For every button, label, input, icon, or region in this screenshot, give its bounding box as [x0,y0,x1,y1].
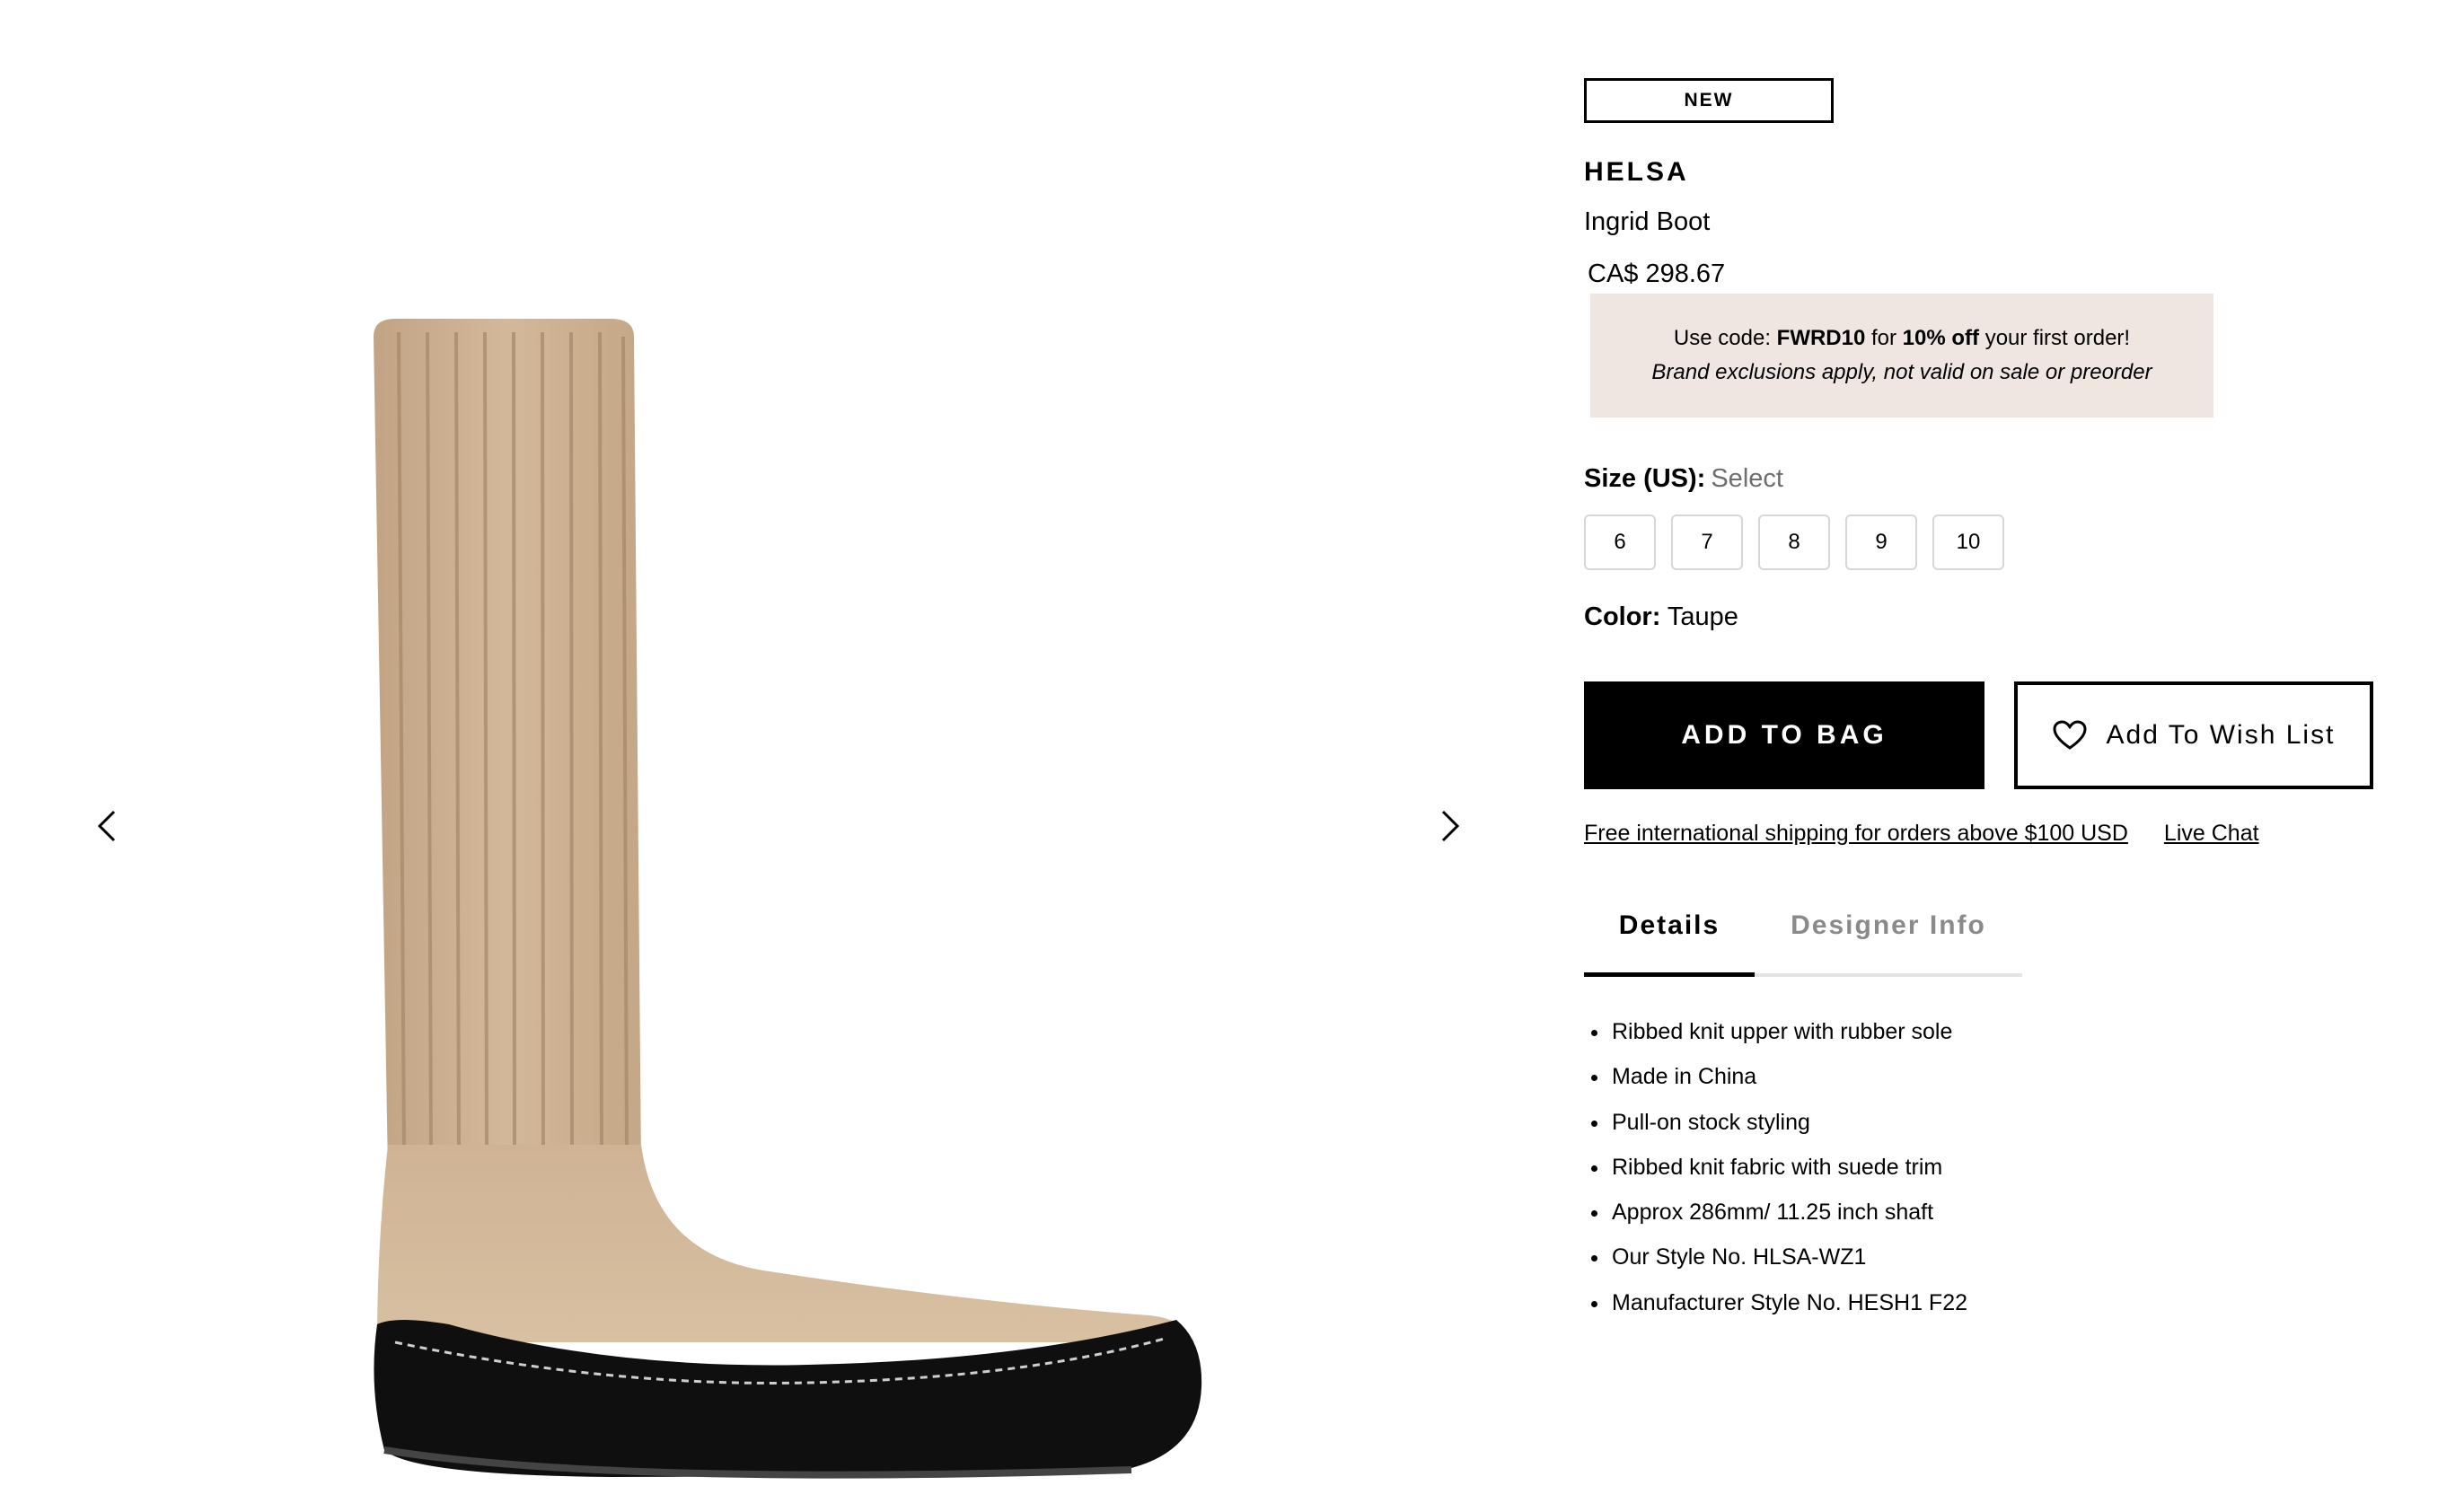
list-item: Ribbed knit upper with rubber sole [1584,1019,1967,1064]
chevron-left-icon [97,810,116,842]
product-gallery [0,0,1473,1512]
brand-name[interactable]: HELSA [1584,157,1689,188]
info-links: Free international shipping for orders a… [1584,821,2259,847]
gallery-prev-button[interactable] [84,804,129,848]
size-label: Size (US): Select [1584,464,1783,493]
add-to-wishlist-button[interactable]: Add To Wish List [2014,681,2373,789]
product-name: Ingrid Boot [1584,207,1711,236]
list-item: Ribbed knit fabric with suede trim [1584,1155,1967,1200]
promo-code: FWRD10 [1776,326,1866,350]
product-price: CA$ 298.67 [1588,259,1726,288]
size-option-7[interactable]: 7 [1671,514,1743,570]
size-option-8[interactable]: 8 [1758,514,1830,570]
tab-details[interactable]: Details [1584,910,1755,977]
size-option-6[interactable]: 6 [1584,514,1656,570]
size-options: 6 7 8 9 10 [1584,514,2004,570]
color-value: Taupe [1667,602,1738,631]
wishlist-label: Add To Wish List [2106,720,2336,750]
tab-designer-info[interactable]: Designer Info [1755,910,2022,973]
promo-note: Brand exclusions apply, not valid on sal… [1651,360,2152,384]
product-tabs: Details Designer Info [1584,910,2022,977]
heart-icon [2053,720,2087,750]
new-badge: NEW [1584,78,1834,123]
size-option-10[interactable]: 10 [1932,514,2004,570]
list-item: Pull-on stock styling [1584,1110,1967,1155]
gallery-next-button[interactable] [1428,804,1473,848]
promo-discount: 10% off [1902,326,1980,350]
list-item: Our Style No. HLSA-WZ1 [1584,1244,1967,1289]
details-list: Ribbed knit upper with rubber sole Made … [1584,1019,1967,1335]
promo-banner: Use code: FWRD10 for 10% off your first … [1590,294,2213,418]
size-placeholder: Select [1711,464,1783,493]
list-item: Made in China [1584,1064,1967,1109]
color-label: Color: Taupe [1584,602,1738,631]
size-option-9[interactable]: 9 [1845,514,1917,570]
list-item: Approx 286mm/ 11.25 inch shaft [1584,1200,1967,1244]
shipping-link[interactable]: Free international shipping for orders a… [1584,821,2128,847]
promo-code-line: Use code: FWRD10 for 10% off your first … [1673,326,2131,350]
boot-image [374,319,1202,1479]
chevron-right-icon [1441,810,1460,842]
add-to-bag-button[interactable]: ADD TO BAG [1584,681,1984,789]
list-item: Manufacturer Style No. HESH1 F22 [1584,1290,1967,1335]
live-chat-link[interactable]: Live Chat [2164,821,2259,847]
